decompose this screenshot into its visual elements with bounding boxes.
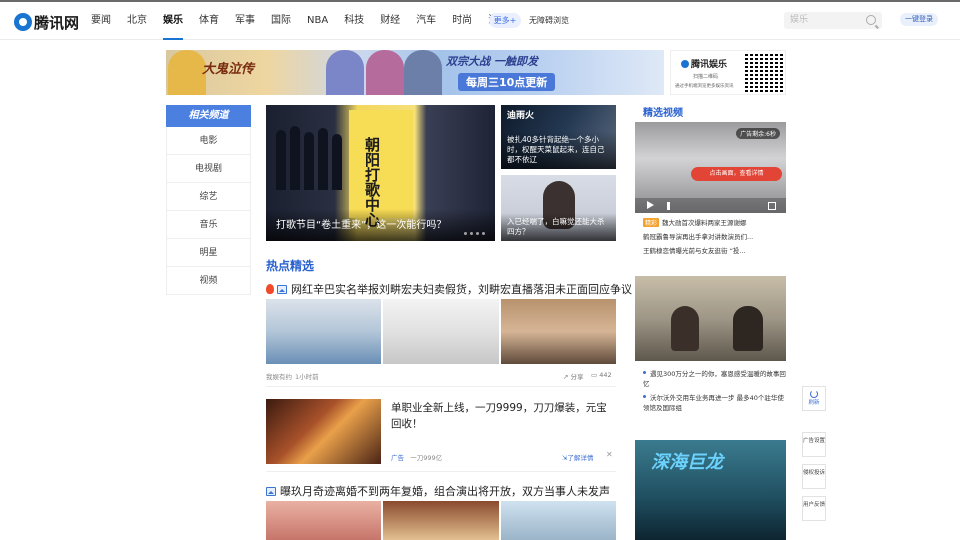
section-title-featured-video: 精选视频 (643, 108, 683, 119)
qr-scan-text: 扫描二维码 (693, 74, 719, 80)
channel-item-video[interactable]: 视频 (166, 267, 251, 295)
search-box[interactable]: 娱乐 (784, 12, 882, 29)
game-banner-ad[interactable]: 大鬼泣传 双宗大战 一触即发 每周三10点更新 (166, 50, 664, 95)
logo-text: 腾讯网 (34, 13, 80, 32)
channel-item-tv[interactable]: 电视剧 (166, 155, 251, 183)
channel-item-movie[interactable]: 电影 (166, 127, 251, 155)
close-icon[interactable]: ✕ (606, 450, 613, 459)
search-input[interactable]: 娱乐 (790, 12, 808, 29)
qr-code-image (745, 54, 783, 92)
refresh-button[interactable]: 刷新 (802, 386, 826, 411)
feedback-button[interactable]: 用户反馈 (802, 496, 826, 521)
section-title-hot: 热点精选 (266, 259, 315, 273)
movie-poster[interactable]: 深海巨龙 (635, 440, 786, 540)
news-thumbnail[interactable] (266, 501, 381, 540)
nav-item-fashion[interactable]: 时尚 (452, 2, 472, 40)
news-title[interactable]: 曝玖月奇迹离婚不到两年复婚，组合演出将开放，双方当事人未发声 (266, 483, 610, 499)
news-card[interactable]: 入已经喘了，白嘛觉还能大杀四方？ (501, 175, 616, 241)
video-list-item[interactable]: 精彩 魏大勋首次爆料两家王源谢娜 (643, 217, 786, 227)
report-button[interactable]: 侵权投诉 (802, 464, 826, 489)
video-player[interactable]: 广告剩余:6秒 点击画面，查看详情 (635, 122, 786, 213)
share-button[interactable]: ↗ 分享 (563, 371, 584, 381)
channel-item-music[interactable]: 音乐 (166, 211, 251, 239)
banner-character (326, 50, 364, 95)
video-cta-button[interactable]: 点击画面，查看详情 (691, 167, 782, 181)
ad-title[interactable]: 单职业全新上线，一刀9999，刀刀爆装，元宝回收！ (391, 400, 613, 432)
carousel-dots[interactable] (464, 232, 485, 235)
video-list-item[interactable]: 鹤冠霸鲁导演再出手拿对讲数演员们... (643, 231, 786, 241)
video-ad-countdown: 广告剩余:6秒 (736, 128, 780, 139)
card-tag: 迪雨火 (507, 111, 535, 121)
banner-game-title: 大鬼泣传 (202, 62, 255, 77)
news-thumbnail[interactable] (266, 299, 381, 364)
picture-icon (266, 487, 276, 496)
ad-settings-button[interactable]: 广告设置 (802, 432, 826, 457)
ad-detail-link[interactable]: ⇲了解详情 (562, 452, 593, 462)
video-list-item[interactable]: 王鹤棣恋情曝光前与女友逛街 “投... (643, 245, 786, 255)
logo-icon (14, 13, 32, 31)
comment-count[interactable]: ▭ 442 (591, 371, 612, 379)
picture-icon (277, 285, 287, 294)
search-icon[interactable] (866, 15, 876, 25)
barrier-free-link[interactable]: 无障碍浏览 (529, 12, 569, 29)
news-card[interactable]: 迪雨火 被扎40多针背起绝一个多小时，权醒天菜鼠起来，连自己都不依辽 (501, 105, 616, 169)
nav-item-beijing[interactable]: 北京 (127, 2, 147, 40)
tencent-logo-icon (681, 60, 689, 68)
qr-code-box: 腾讯娱乐 扫描二维码 通过手机端浏览更多娱乐资讯 (670, 50, 786, 95)
fullscreen-icon[interactable] (768, 202, 776, 210)
refresh-icon (810, 390, 818, 398)
volume-icon[interactable] (667, 202, 674, 210)
more-button[interactable]: 更多+ (489, 13, 521, 28)
nav-item-nba[interactable]: NBA (307, 2, 328, 40)
qr-brand: 腾讯娱乐 (681, 57, 727, 70)
nav-item-entertainment[interactable]: 娱乐 (163, 2, 183, 40)
nav-item-news[interactable]: 要闻 (91, 2, 111, 40)
video-controls (635, 198, 786, 213)
banner-character (168, 50, 206, 95)
right-list-item[interactable]: 遇见300万分之一的你，塞恩感受温暖的故事回忆 (643, 369, 786, 389)
divider (266, 471, 616, 472)
nav-menu: 要闻 北京 娱乐 体育 军事 国际 NBA 科技 财经 汽车 时尚 游戏 (91, 2, 524, 40)
channel-menu: 相关频道 电影 电视剧 综艺 音乐 明星 视频 (166, 105, 251, 295)
banner-character (404, 50, 442, 95)
ad-thumbnail[interactable] (266, 399, 381, 464)
channel-menu-title: 相关频道 (166, 105, 251, 127)
news-source[interactable]: 我娱有约 (266, 371, 292, 381)
banner-update: 每周三10点更新 (458, 73, 556, 91)
login-button[interactable]: 一键登录 (900, 13, 938, 26)
news-thumbnail[interactable] (501, 501, 616, 540)
hero-caption[interactable]: 打歌节目“卷土重来”，这一次能行吗？ (276, 216, 446, 231)
nav-item-international[interactable]: 国际 (271, 2, 291, 40)
banner-slogan: 双宗大战 一触即发 (446, 55, 538, 68)
logo[interactable]: 腾讯网 (14, 11, 79, 33)
channel-item-variety[interactable]: 综艺 (166, 183, 251, 211)
news-title[interactable]: 网红辛巴实名举报刘畊宏夫妇卖假货，刘畊宏直播落泪未正面回应争议 (266, 281, 632, 297)
top-nav: 腾讯网 要闻 北京 娱乐 体育 军事 国际 NBA 科技 财经 汽车 时尚 游戏… (0, 2, 960, 40)
nav-item-auto[interactable]: 汽车 (416, 2, 436, 40)
poster-title: 深海巨龙 (651, 452, 723, 473)
nav-item-tech[interactable]: 科技 (344, 2, 364, 40)
channel-item-stars[interactable]: 明星 (166, 239, 251, 267)
card-caption: 被扎40多针背起绝一个多小时，权醒天菜鼠起来，连自己都不依辽 (501, 131, 616, 169)
hero-carousel[interactable]: 朝阳打歌中心 打歌节目“卷土重来”，这一次能行吗？ (266, 105, 495, 241)
card-caption: 入已经喘了，白嘛觉还能大杀四方？ (501, 213, 616, 241)
nav-item-sports[interactable]: 体育 (199, 2, 219, 40)
fire-icon (266, 284, 274, 294)
nav-item-military[interactable]: 军事 (235, 2, 255, 40)
qr-desc-text: 通过手机端浏览更多娱乐资讯 (675, 84, 734, 89)
news-time: 1小时前 (295, 373, 319, 381)
featured-image[interactable] (635, 276, 786, 361)
play-icon[interactable] (647, 201, 654, 209)
nav-item-finance[interactable]: 财经 (380, 2, 400, 40)
ad-meta: 广告 一刀999亿 (391, 454, 443, 462)
hero-caption-bg: 打歌节目“卷土重来”，这一次能行吗？ (266, 209, 495, 241)
news-thumbnail[interactable] (501, 299, 616, 364)
right-list-item[interactable]: 沃尔沃外交用车业务再进一步 最多40个驻华使领馆及国际组 (643, 393, 786, 413)
hero-group-photo (274, 120, 344, 190)
news-thumbnail[interactable] (383, 299, 499, 364)
news-thumbnail[interactable] (383, 501, 499, 540)
divider (266, 386, 616, 387)
banner-character (366, 50, 404, 95)
